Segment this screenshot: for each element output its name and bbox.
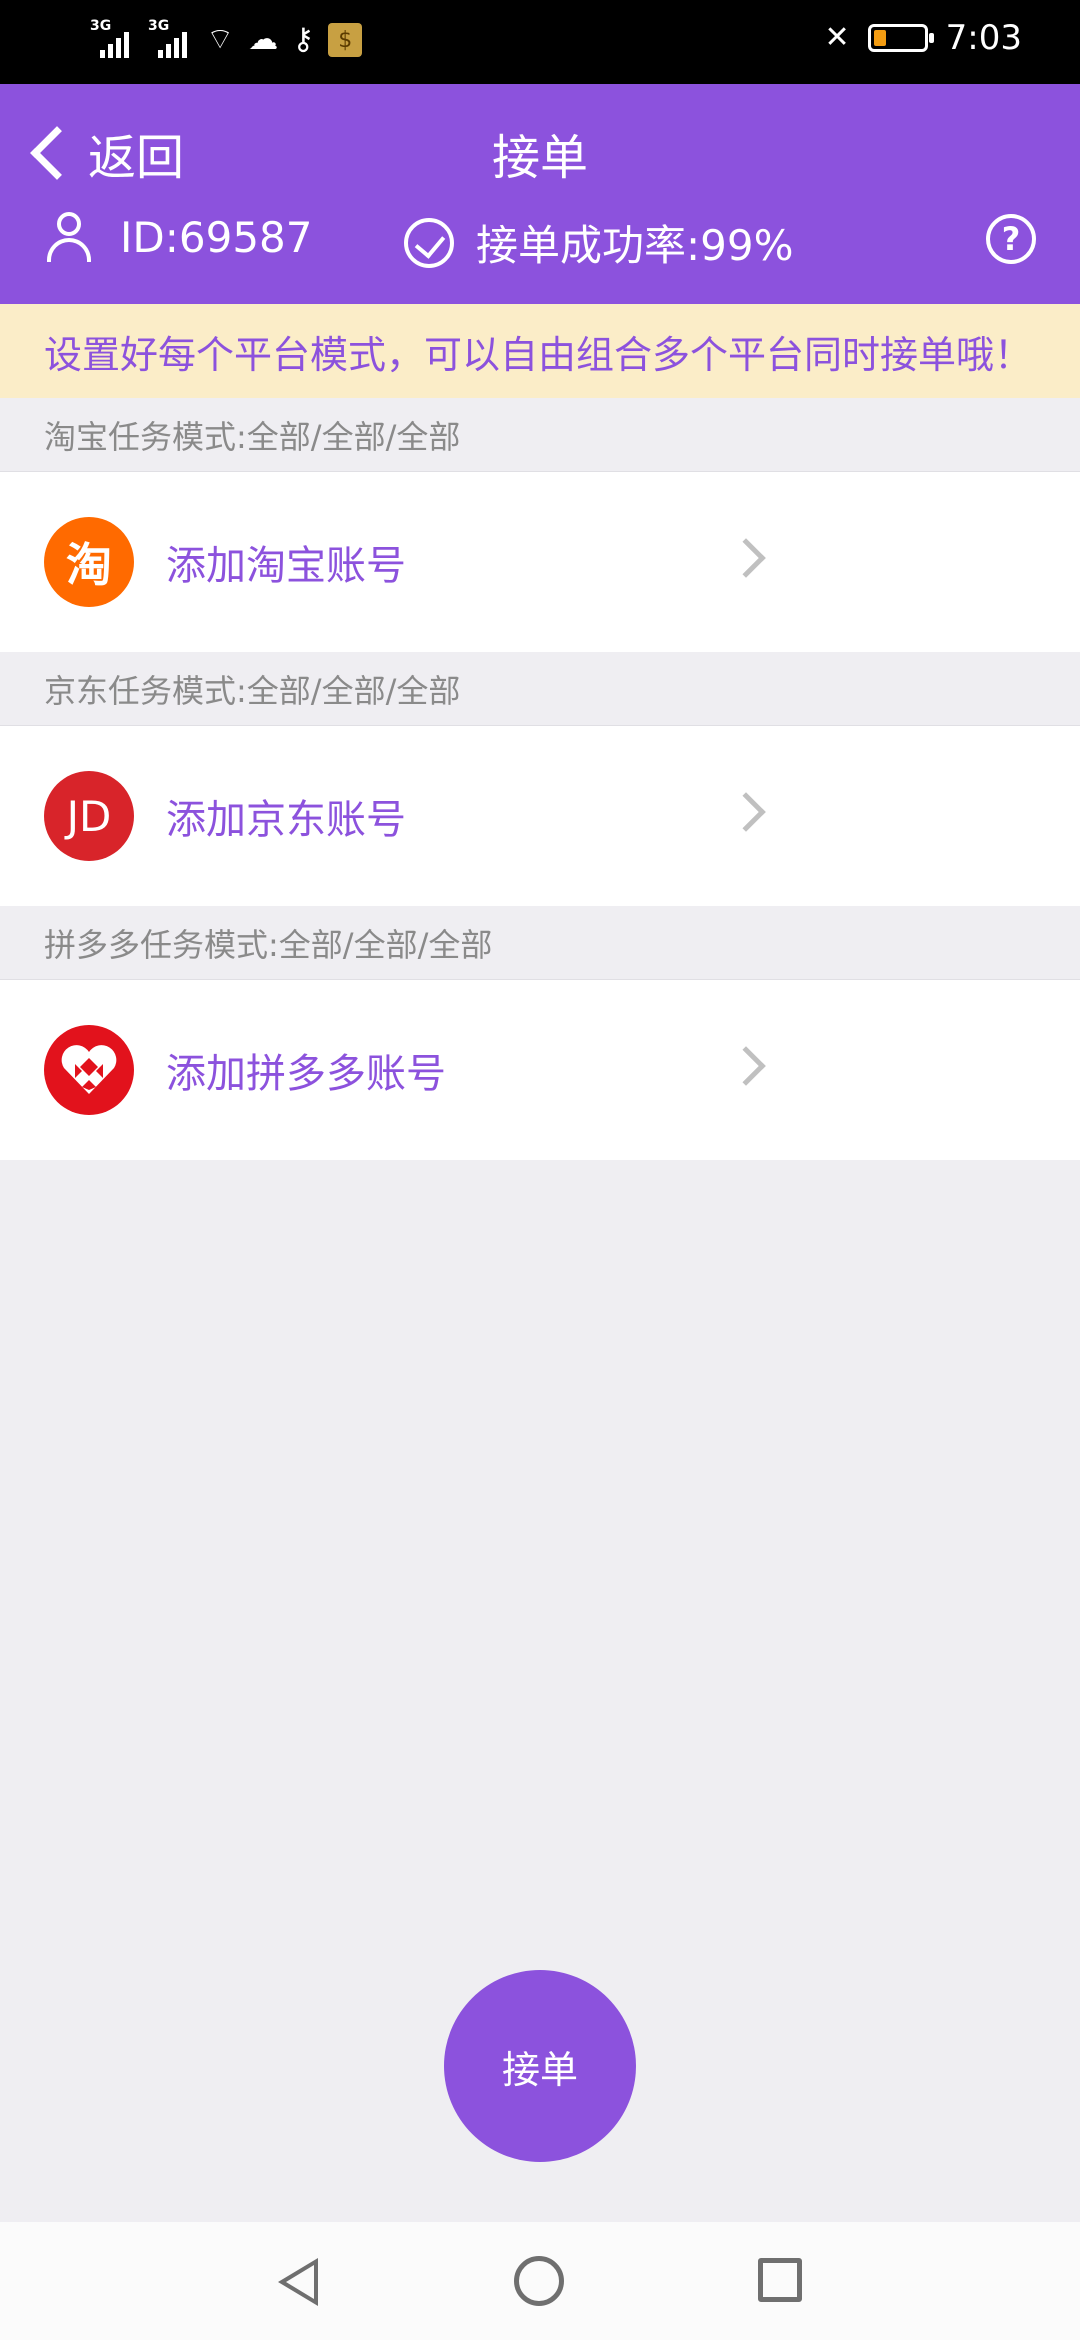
- signal-icon: 3G: [148, 18, 192, 58]
- status-left: 3G 3G ⌔ ☁ ⚷ $: [90, 18, 363, 58]
- success-rate-block: 接单成功率:99%: [404, 212, 794, 273]
- status-bar: 3G 3G ⌔ ☁ ⚷ $ ✕ 7:03: [0, 0, 1080, 84]
- user-id: ID:69587: [120, 212, 313, 262]
- clock: 7:03: [945, 18, 1022, 58]
- chevron-right-icon: [726, 538, 766, 578]
- help-icon[interactable]: ?: [986, 214, 1036, 264]
- add-taobao-account-row[interactable]: 淘 添加淘宝账号: [0, 472, 1080, 652]
- wechat-icon: ☁: [248, 22, 279, 57]
- taobao-logo-icon: 淘: [44, 517, 134, 607]
- notice-banner: 设置好每个平台模式，可以自由组合多个平台同时接单哦！: [0, 304, 1080, 398]
- app-header: 返回 接单 ID:69587 接单成功率:99% ?: [0, 84, 1080, 304]
- wifi-icon: ⌔: [206, 22, 235, 57]
- add-pdd-account-label: 添加拼多多账号: [166, 1051, 446, 1097]
- status-right: ✕ 7:03: [825, 18, 1023, 58]
- add-taobao-account-label: 添加淘宝账号: [166, 543, 406, 589]
- add-jd-account-label: 添加京东账号: [166, 797, 406, 843]
- jd-mode-label[interactable]: 京东任务模式:全部/全部/全部: [0, 652, 1080, 726]
- nav-recent-apps-icon[interactable]: [758, 2258, 802, 2302]
- system-nav-bar: [0, 2222, 1080, 2340]
- battery-icon: [867, 24, 934, 52]
- nav-home-icon[interactable]: [514, 2256, 564, 2306]
- pdd-mode-label[interactable]: 拼多多任务模式:全部/全部/全部: [0, 906, 1080, 980]
- user-icon: [44, 212, 94, 262]
- money-bag-icon: $: [328, 23, 363, 57]
- success-rate: 接单成功率:99%: [476, 221, 794, 270]
- jd-logo-icon: JD: [44, 771, 134, 861]
- signal-icon: 3G: [90, 18, 134, 58]
- add-jd-account-row[interactable]: JD 添加京东账号: [0, 726, 1080, 906]
- taobao-mode-label[interactable]: 淘宝任务模式:全部/全部/全部: [0, 398, 1080, 472]
- page-title: 接单: [491, 130, 588, 186]
- key-icon: ⚷: [292, 22, 315, 57]
- check-circle-icon: [404, 217, 454, 268]
- mute-icon: ✕: [824, 20, 850, 55]
- user-id-block: ID:69587: [44, 212, 313, 262]
- add-pdd-account-row[interactable]: 添加拼多多账号: [0, 980, 1080, 1160]
- pinduoduo-logo-icon: [44, 1025, 134, 1115]
- chevron-right-icon: [726, 792, 766, 832]
- accept-orders-button[interactable]: 接单: [444, 1970, 636, 2162]
- nav-back-icon[interactable]: [278, 2258, 318, 2306]
- info-row: ID:69587 接单成功率:99% ?: [0, 212, 1080, 282]
- chevron-right-icon: [726, 1046, 766, 1086]
